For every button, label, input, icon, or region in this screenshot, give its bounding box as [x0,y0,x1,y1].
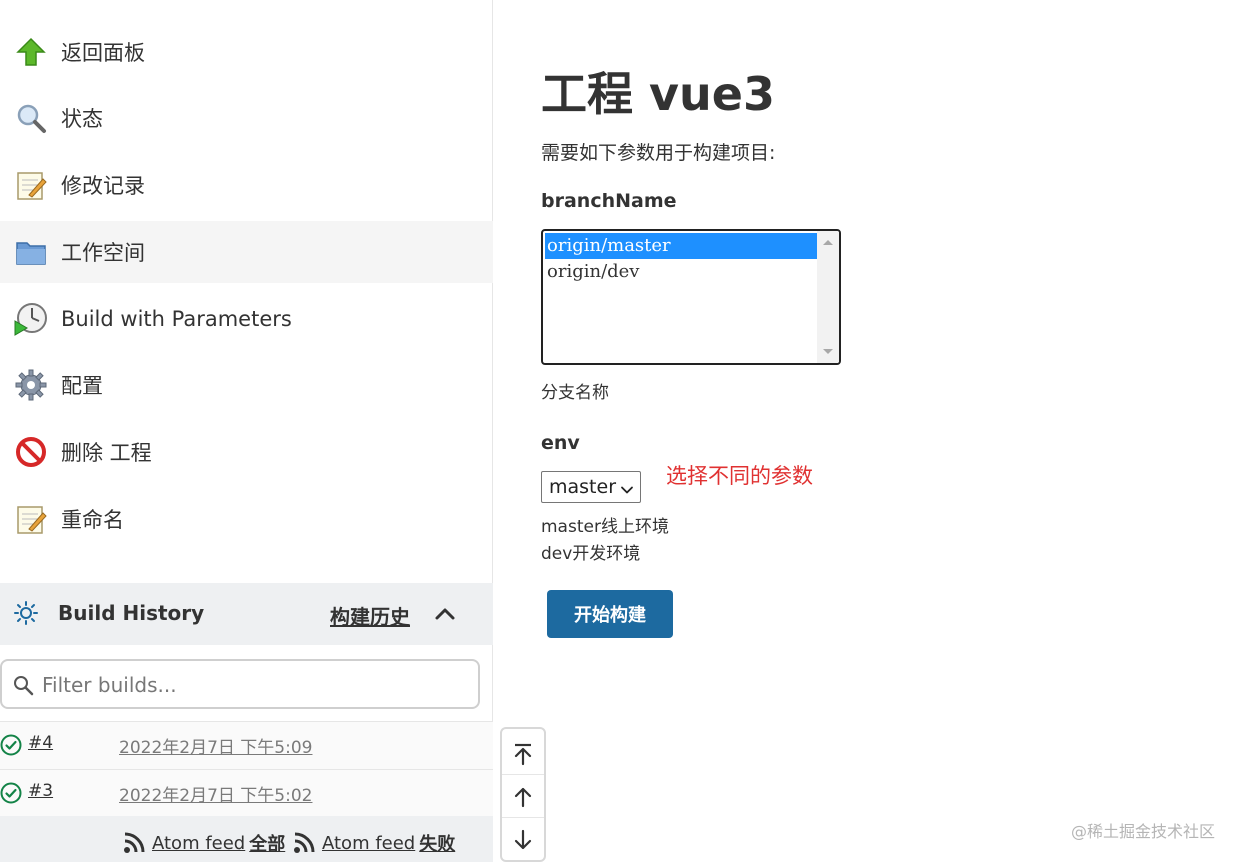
env-select[interactable]: master [541,471,641,503]
clock-play-icon [14,302,48,336]
feed-links: Atom feed 全部 Atom feed 失败 [0,816,493,862]
build-history-header: Build History 构建历史 [0,583,493,645]
task-workspace[interactable]: 工作空间 [0,221,493,283]
feed-label: Atom feed [322,832,416,854]
arrow-up-icon [514,787,532,807]
task-label: 状态 [61,107,103,131]
task-status[interactable]: 状态 [0,87,493,149]
task-label: 工作空间 [61,241,145,265]
feed-label: Atom feed [152,832,246,854]
param-description-branch: 分支名称 [541,383,609,403]
listbox-scrollbar[interactable] [817,231,839,363]
task-label: 返回面板 [61,41,145,65]
filter-builds-input[interactable] [42,669,462,701]
task-back-to-dashboard[interactable]: 返回面板 [0,21,493,83]
annotation-note: 选择不同的参数 [666,464,813,488]
listbox-option-selected[interactable]: origin/master [545,233,817,259]
scrollbar-arrows-icon [823,240,833,354]
magnifier-icon [14,101,48,135]
watermark: @稀土掘金技术社区 [1071,822,1216,841]
build-trend-link[interactable]: 构建历史 [330,601,410,630]
env-select-value: master [549,476,617,498]
param-description-env: master线上环境 dev开发环境 [541,514,669,568]
rss-icon [124,832,145,853]
task-rename[interactable]: 重命名 [0,488,493,550]
scroll-top-icon [514,743,532,765]
filter-builds-field [0,659,480,709]
gear-icon [14,368,48,402]
history-icon [12,599,40,627]
task-label: 修改记录 [61,174,145,198]
task-build-with-parameters[interactable]: Build with Parameters [0,288,493,350]
feed-label-bold: 失败 [419,834,456,855]
scroll-down-button[interactable] [502,819,544,861]
scroll-helper [500,727,546,862]
page-description: 需要如下参数用于构建项目: [541,142,776,164]
build-number-link[interactable]: #3 [28,781,53,801]
build-date-link[interactable]: 2022年2月7日 下午5:09 [119,733,312,758]
no-entry-icon [14,435,48,469]
task-label: Build with Parameters [61,307,292,331]
build-row: #3 2022年2月7日 下午5:02 [0,769,493,817]
atom-feed-all-link[interactable]: Atom feed 全部 [122,830,285,856]
build-row: #4 2022年2月7日 下午5:09 [0,721,493,769]
arrow-down-icon [514,829,532,850]
start-build-button[interactable]: 开始构建 [547,590,673,638]
collapse-chevron-up-icon[interactable] [432,601,458,627]
success-check-icon [0,734,22,756]
param-name-env: env [541,432,580,454]
build-number-link[interactable]: #4 [28,733,53,753]
task-configure[interactable]: 配置 [0,354,493,416]
branch-listbox[interactable]: origin/master origin/dev [541,229,841,365]
success-check-icon [0,782,22,804]
chevron-down-icon [620,480,634,494]
task-label: 配置 [61,374,103,398]
listbox-option[interactable]: origin/dev [545,259,817,285]
folder-icon [14,235,48,269]
rss-icon [294,832,315,853]
feed-label-bold: 全部 [249,834,286,855]
env-description-line: dev开发环境 [541,544,641,564]
sidebar: 返回面板 状态 修改记录 工作空间 Build with Parameters … [0,0,493,862]
main-content: 工程 vue3 需要如下参数用于构建项目: branchName origin/… [541,0,1241,862]
build-history-title: Build History [58,601,205,625]
env-description-line: master线上环境 [541,517,669,537]
task-label: 重命名 [61,508,124,532]
scroll-to-top-button[interactable] [502,733,544,775]
notepad-icon [14,502,48,536]
search-icon [12,674,34,696]
task-changes[interactable]: 修改记录 [0,154,493,216]
atom-feed-failed-link[interactable]: Atom feed 失败 [292,830,455,856]
task-delete-project[interactable]: 删除 工程 [0,421,493,483]
page-title: 工程 vue3 [541,67,775,121]
build-date-link[interactable]: 2022年2月7日 下午5:02 [119,781,312,806]
param-name-branch: branchName [541,190,677,212]
task-label: 删除 工程 [61,441,152,465]
notepad-icon [14,168,48,202]
scroll-up-button[interactable] [502,776,544,818]
up-arrow-icon [14,35,48,69]
